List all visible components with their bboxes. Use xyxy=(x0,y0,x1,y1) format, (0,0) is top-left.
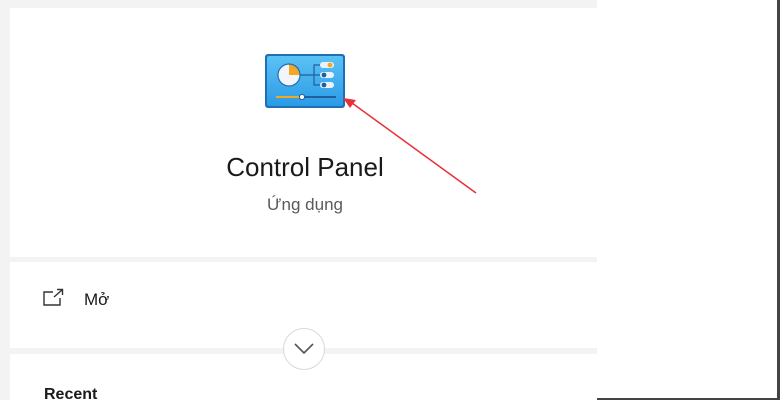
open-button-label: Mở xyxy=(84,290,110,309)
app-title: Control Panel xyxy=(226,152,384,182)
control-panel-icon xyxy=(264,53,346,109)
recent-heading: Recent xyxy=(44,386,98,403)
open-external-icon xyxy=(42,288,66,308)
app-details-card xyxy=(10,8,597,257)
expand-actions-button[interactable] xyxy=(283,328,325,370)
open-button[interactable]: Mở xyxy=(36,280,236,320)
chevron-down-icon xyxy=(294,343,314,355)
app-type-label: Ứng dụng xyxy=(267,195,343,214)
